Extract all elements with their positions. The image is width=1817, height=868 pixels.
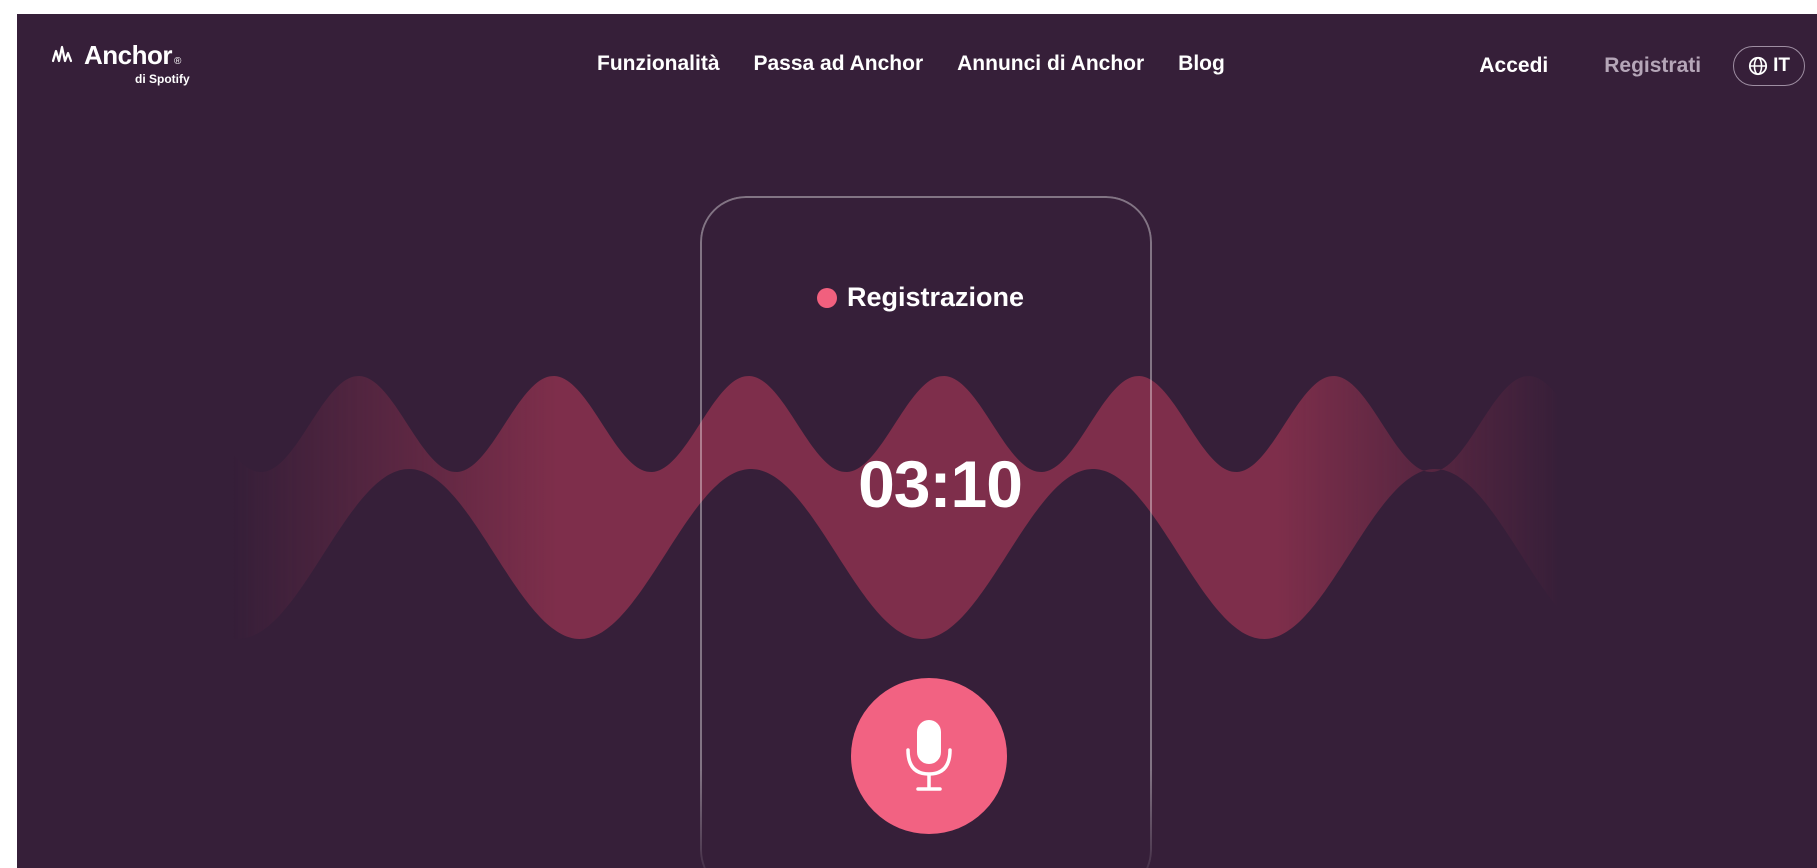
brand-name: Anchor — [84, 40, 173, 70]
brand-tagline: di Spotify — [135, 72, 190, 86]
language-selector[interactable]: IT — [1733, 46, 1805, 86]
account-nav: Accedi Registrati IT — [1479, 46, 1805, 86]
microphone-icon — [906, 720, 952, 791]
anchor-waveform-icon — [51, 45, 73, 62]
nav-item-passa-ad-anchor[interactable]: Passa ad Anchor — [754, 52, 924, 76]
recording-dot-icon — [817, 287, 837, 308]
recording-status: Registrazione — [817, 282, 1057, 313]
main-nav: Funzionalità Passa ad Anchor Annunci di … — [597, 52, 1225, 76]
page: Anchor ® di Spotify Funzionalità Passa a… — [17, 14, 1817, 868]
recording-timer: 03:10 — [858, 447, 1023, 521]
anchor-logo[interactable]: Anchor ® di Spotify — [51, 40, 190, 86]
record-button[interactable] — [851, 678, 1007, 834]
nav-item-blog[interactable]: Blog — [1178, 52, 1225, 76]
signup-link[interactable]: Registrati — [1604, 54, 1701, 78]
globe-icon — [1749, 56, 1768, 76]
registered-mark: ® — [174, 56, 182, 67]
recording-status-label: Registrazione — [847, 282, 1025, 312]
login-link[interactable]: Accedi — [1479, 54, 1548, 78]
language-code: IT — [1773, 55, 1790, 76]
nav-item-annunci-di-anchor[interactable]: Annunci di Anchor — [957, 52, 1144, 76]
nav-item-funzionalita[interactable]: Funzionalità — [597, 52, 720, 76]
